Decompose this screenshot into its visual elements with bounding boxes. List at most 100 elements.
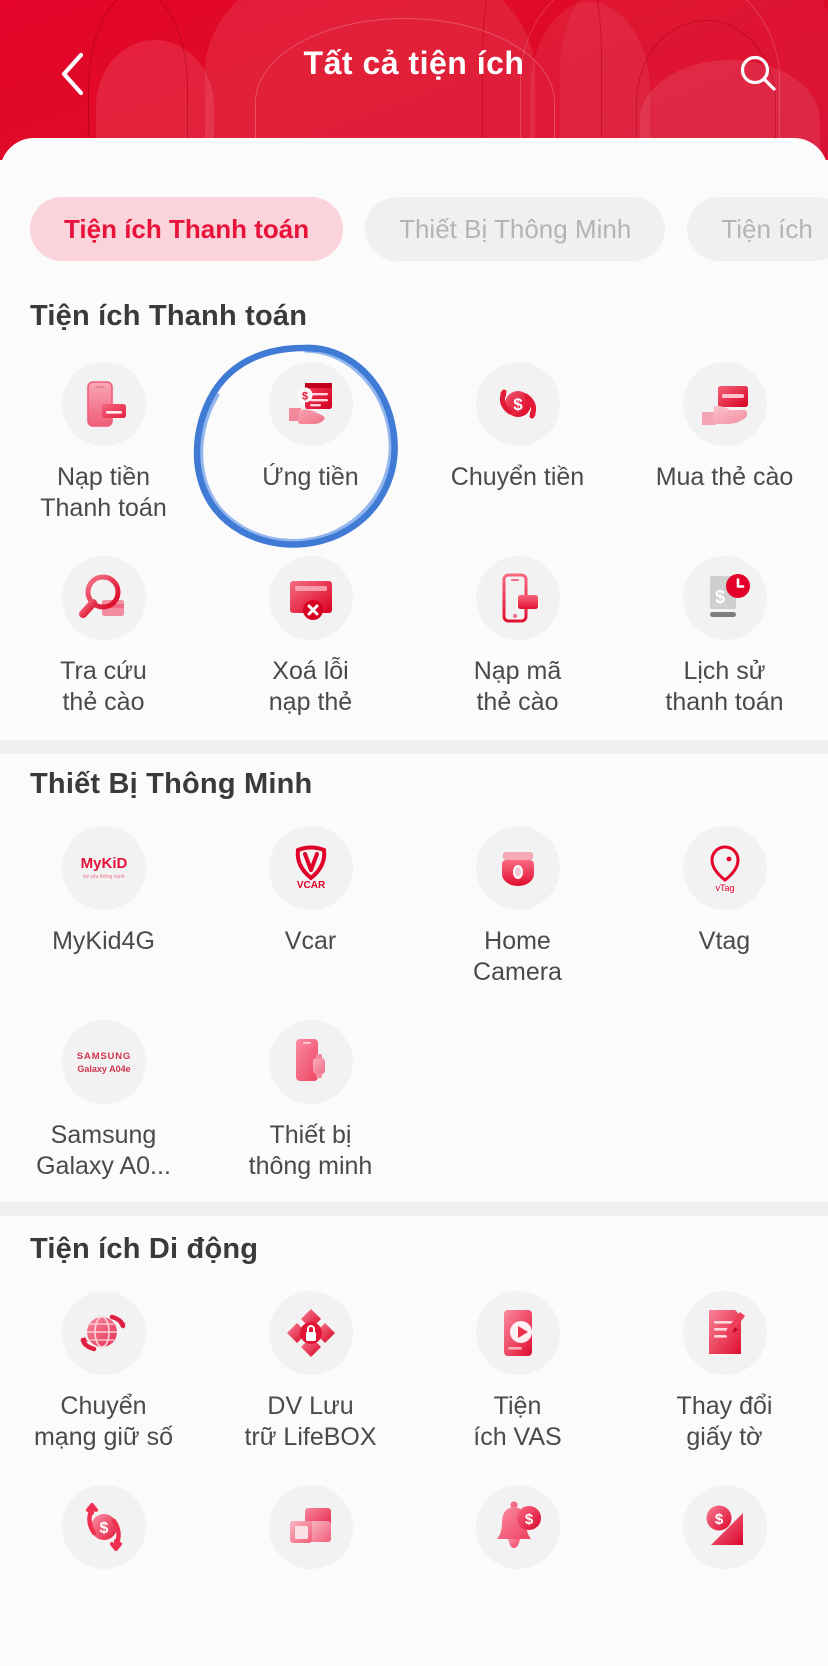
category-tab-bar[interactable]: Tiện ích Thanh toán Thiết Bị Thông Minh … (0, 195, 828, 263)
vtag-logo-icon: vTag (682, 826, 767, 910)
utility-tra-cuu-the-cao[interactable]: Tra cứu thẻ cào (0, 556, 207, 718)
screen-all-utilities: Tất cả tiện ích Tiện ích Thanh toán Thiế… (0, 0, 828, 1666)
grid-row: Nạp tiền Thanh toán $ Ứng tiền $ Chuyển … (0, 362, 828, 524)
utility-nap-tien-thanh-toan[interactable]: Nạp tiền Thanh toán (0, 362, 207, 524)
utility-money-chart[interactable]: $ (621, 1485, 828, 1585)
utility-chuyen-mang-giu-so[interactable]: Chuyển mạng giữ số (0, 1291, 207, 1453)
utility-vtag[interactable]: vTag Vtag (621, 826, 828, 988)
card-error-icon (268, 556, 353, 640)
utility-xoa-loi-nap-the[interactable]: Xoá lỗi nạp thẻ (207, 556, 414, 718)
phone-card-icon (475, 556, 560, 640)
search-button[interactable] (728, 44, 788, 104)
utility-label: Vcar (284, 927, 337, 955)
section-grid: MyKiD bé yêu thông minh MyKid4G VCAR Vca… (0, 826, 828, 1182)
svg-text:$: $ (524, 1511, 533, 1528)
money-chart-icon: $ (682, 1485, 767, 1569)
tab-label: Tiện ích (721, 213, 813, 244)
svg-text:SAMSUNG: SAMSUNG (76, 1051, 130, 1062)
utility-label: Vtag (698, 927, 751, 955)
utility-label: Thay đổi giấy tờ (676, 1392, 773, 1451)
stacked-cards-icon (268, 1485, 353, 1569)
utility-label: Samsung Galaxy A0... (36, 1121, 171, 1180)
lifebox-lock-icon (268, 1291, 353, 1375)
utility-nap-ma-the-cao[interactable]: Nạp mã thẻ cào (414, 556, 621, 718)
mykid-logo-icon: MyKiD bé yêu thông minh (61, 826, 146, 910)
utility-mua-the-cao[interactable]: Mua thẻ cào (621, 362, 828, 524)
section-divider (0, 1202, 828, 1216)
bell-money-icon: $ (475, 1485, 560, 1569)
tab-thiet-bi-thong-minh[interactable]: Thiết Bị Thông Minh (365, 197, 666, 261)
svg-text:bé yêu thông minh: bé yêu thông minh (83, 874, 124, 880)
grid-empty-cell (621, 1020, 828, 1182)
tab-label: Thiết Bị Thông Minh (399, 213, 632, 244)
utility-home-camera[interactable]: Home Camera (414, 826, 621, 988)
utility-label: Nạp mã thẻ cào (473, 657, 562, 716)
svg-text:$: $ (714, 587, 724, 607)
utility-label: Home Camera (473, 927, 562, 986)
svg-text:$: $ (513, 395, 523, 414)
utility-tien-ich-vas[interactable]: Tiện ích VAS (414, 1291, 621, 1453)
tab-label: Tiện ích Thanh toán (64, 213, 310, 244)
smart-device-icon (268, 1020, 353, 1104)
home-camera-icon (475, 826, 560, 910)
svg-text:MyKiD: MyKiD (80, 855, 127, 872)
utility-ung-tien[interactable]: $ Ứng tiền (207, 362, 414, 524)
page-title: Tất cả tiện ích (303, 45, 525, 81)
svg-text:$: $ (99, 1520, 108, 1537)
hand-invoice-icon: $ (268, 362, 353, 446)
utility-chuyen-tien[interactable]: $ Chuyển tiền (414, 362, 621, 524)
grid-row: MyKiD bé yêu thông minh MyKid4G VCAR Vca… (0, 826, 828, 988)
grid-row: Tra cứu thẻ cào Xoá lỗi nạp thẻ Nạp mã t… (0, 556, 828, 718)
svg-text:Galaxy A04e: Galaxy A04e (77, 1064, 130, 1074)
money-up-down-icon: $ (61, 1485, 146, 1569)
utility-label: MyKid4G (52, 927, 155, 955)
phone-play-icon (475, 1291, 560, 1375)
section-title: Thiết Bị Thông Minh (30, 768, 313, 800)
utility-thay-doi-giay-to[interactable]: Thay đổi giấy tờ (621, 1291, 828, 1453)
utility-label: Tiện ích VAS (473, 1392, 562, 1451)
section-grid: Nạp tiền Thanh toán $ Ứng tiền $ Chuyển … (0, 362, 828, 718)
samsung-galaxy-icon: SAMSUNG Galaxy A04e (61, 1020, 146, 1104)
section-title: Tiện ích Thanh toán (30, 300, 308, 332)
back-button[interactable] (44, 46, 100, 102)
utility-label: Tra cứu thẻ cào (60, 657, 147, 716)
utility-label: Nạp tiền Thanh toán (40, 463, 167, 522)
app-header: Tất cả tiện ích (0, 0, 828, 160)
utility-dv-luu-tru-lifebox[interactable]: DV Lưu trữ LifeBOX (207, 1291, 414, 1453)
section-divider (0, 740, 828, 754)
utility-thiet-bi-thong-minh[interactable]: Thiết bị thông minh (207, 1020, 414, 1182)
globe-swap-icon (61, 1291, 146, 1375)
tab-tien-ich-thanh-toan[interactable]: Tiện ích Thanh toán (30, 197, 344, 261)
utility-label: Thiết bị thông minh (248, 1121, 373, 1180)
section-grid: Chuyển mạng giữ số DV Lưu trữ LifeBOX Ti… (0, 1291, 828, 1585)
content-sheet: Tiện ích Thanh toán Thiết Bị Thông Minh … (0, 138, 828, 1666)
utility-stacked-cards[interactable] (207, 1485, 414, 1585)
magnifier-card-icon (61, 556, 146, 640)
grid-row: Chuyển mạng giữ số DV Lưu trữ LifeBOX Ti… (0, 1291, 828, 1453)
money-transfer-icon: $ (475, 362, 560, 446)
utility-label: Mua thẻ cào (655, 463, 794, 491)
tab-tien-ich[interactable]: Tiện ích (687, 197, 828, 261)
utility-label: Xoá lỗi nạp thẻ (268, 657, 353, 716)
svg-text:$: $ (714, 1511, 723, 1528)
phone-topup-icon (61, 362, 146, 446)
svg-text:vTag: vTag (715, 883, 734, 893)
section-title: Tiện ích Di động (30, 1233, 259, 1265)
vcar-logo-icon: VCAR (268, 826, 353, 910)
utility-samsung-galaxy-a04e[interactable]: SAMSUNG Galaxy A04e Samsung Galaxy A0... (0, 1020, 207, 1182)
utility-label: Chuyển mạng giữ số (33, 1392, 174, 1451)
utility-money-up-down[interactable]: $ (0, 1485, 207, 1585)
svg-text:$: $ (301, 390, 307, 402)
utility-lich-su-thanh-toan[interactable]: $ Lịch sử thanh toán (621, 556, 828, 718)
utility-label: DV Lưu trữ LifeBOX (244, 1392, 377, 1451)
grid-empty-cell (414, 1020, 621, 1182)
payment-history-icon: $ (682, 556, 767, 640)
grid-row: SAMSUNG Galaxy A04e Samsung Galaxy A0... (0, 1020, 828, 1182)
search-icon (740, 55, 776, 91)
hand-card-icon (682, 362, 767, 446)
utility-mykid4g[interactable]: MyKiD bé yêu thông minh MyKid4G (0, 826, 207, 988)
utility-vcar[interactable]: VCAR Vcar (207, 826, 414, 988)
utility-label: Ứng tiền (262, 463, 359, 491)
svg-text:VCAR: VCAR (296, 880, 325, 891)
utility-bell-money[interactable]: $ (414, 1485, 621, 1585)
